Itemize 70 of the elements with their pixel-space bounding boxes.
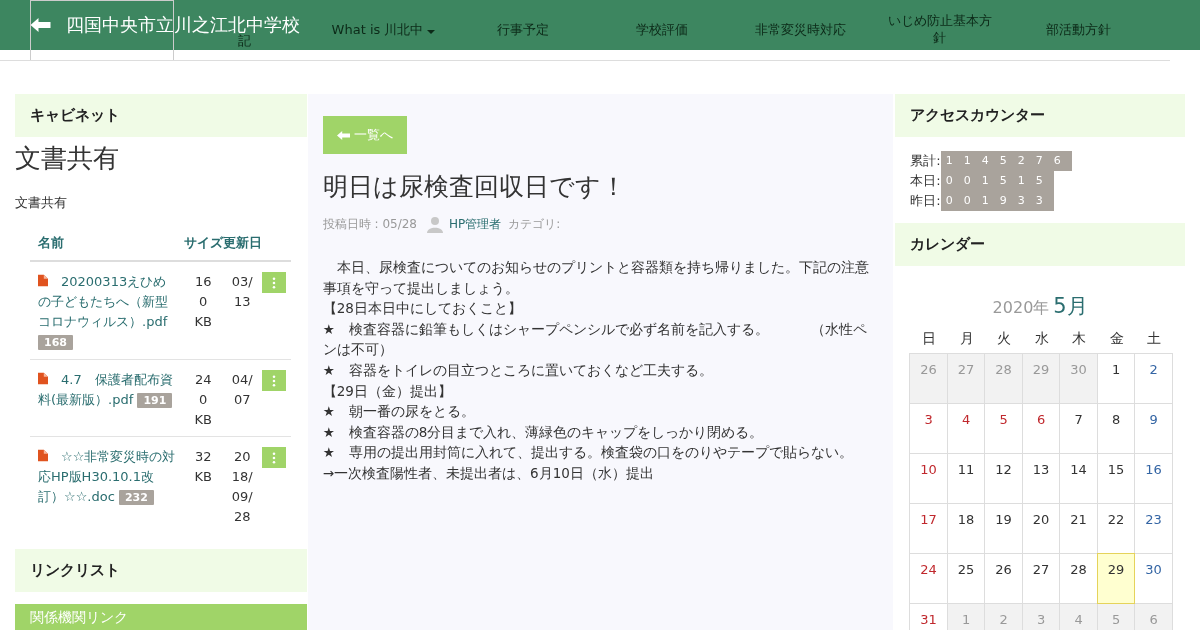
calendar-year: 2020年 — [992, 298, 1050, 317]
nav-link[interactable]: 非常変災時対応 — [755, 21, 846, 39]
column-header[interactable]: 名前 — [30, 228, 184, 261]
file-size: 240 KB — [194, 371, 213, 429]
weekday-label: 日 — [921, 329, 937, 348]
file-date: 04/07 — [230, 371, 254, 409]
weekday-label: 火 — [996, 329, 1012, 348]
column-header[interactable]: 更新日 — [222, 228, 262, 261]
nav-link[interactable]: 部活動方針 — [1046, 21, 1111, 39]
post-text: ★ 検査容器に鉛筆もしくはシャープペンシルで必ず名前を記入する。 （水性ペンは不可） — [322, 319, 868, 360]
widget-heading: キャビネット — [15, 94, 307, 137]
nav-link[interactable]: 記 — [237, 33, 251, 50]
file-icon — [38, 372, 48, 385]
weekday-label: 水 — [1033, 329, 1050, 348]
post-date: 投稿日時 : 05/28 — [322, 215, 417, 233]
arrow-icon — [336, 129, 350, 141]
calendar-day[interactable]: 29 — [1096, 553, 1136, 604]
post-text: 【28日本日中にしておくこと】 — [322, 299, 523, 319]
widget-heading: アクセスカウンター — [895, 94, 1185, 137]
weekday-label: 金 — [1108, 329, 1125, 348]
widget-heading: カレンダー — [895, 223, 1185, 266]
menu-button[interactable] — [261, 272, 286, 293]
weekday-label: 月 — [958, 329, 975, 348]
cabinet-description: 文書共有 — [15, 194, 68, 212]
file-date: 2018/09/28 — [230, 448, 254, 526]
back-arrow-icon[interactable] — [30, 17, 51, 33]
file-icon — [38, 449, 48, 462]
post-text: ★ 朝一番の尿をとる。 — [322, 402, 476, 422]
menu-button[interactable] — [261, 447, 286, 468]
kebab-icon — [271, 276, 276, 289]
counter-digits: 001515 — [940, 171, 1054, 191]
calendar-day[interactable]: 2 — [1134, 353, 1173, 404]
post-text: 【29日（金）提出】 — [322, 381, 453, 401]
download-count: 191 — [137, 393, 173, 408]
counter-label: 本日: — [910, 172, 941, 190]
file-size: 160 KB — [194, 273, 213, 331]
weekday-label: 木 — [1071, 329, 1087, 348]
post-text: 本日、尿検査についてのお知らせのプリントと容器類を持ち帰りました。下記の注意事項を守って提出しましょう。 — [322, 258, 870, 298]
user-icon — [426, 215, 444, 233]
file-link[interactable]: ☆☆非常変災時の対応HP版H30.10.1改訂）☆☆.doc 232 — [38, 447, 178, 508]
post-text: ★ 検査容器の8分目まで入れ、薄緑色のキャップをしっかり閉める。 — [322, 422, 765, 442]
column-header[interactable]: サイズ — [183, 228, 223, 261]
weekday-label: 土 — [1146, 329, 1162, 348]
menu-button[interactable] — [261, 370, 286, 391]
nav-link[interactable]: いじめ防止基本方針 — [884, 13, 995, 47]
file-size: 32 KB — [194, 448, 213, 486]
site-title: 四国中央市立川之江北中学校 — [66, 13, 300, 35]
download-count: 232 — [118, 490, 154, 505]
author-link[interactable]: HP管理者 — [449, 215, 502, 233]
post-text: →一次検査陽性者、未提出者は、6月10日（水）提出 — [322, 463, 655, 483]
post-title: 明日は尿検査回収日です！ — [322, 171, 627, 203]
widget-heading: リンクリスト — [15, 549, 307, 592]
post-text: ★ 容器をトイレの目立つところに置いておくなど工夫する。 — [322, 360, 714, 380]
cabinet-title: 文書共有 — [15, 142, 120, 175]
download-count: 168 — [38, 335, 73, 350]
file-icon — [38, 274, 48, 287]
category-label: カテゴリ: — [508, 215, 561, 233]
counter-label: 累計: — [910, 152, 941, 170]
kebab-icon — [271, 374, 276, 387]
kebab-icon — [271, 451, 276, 464]
counter-digits: 001933 — [940, 191, 1054, 211]
nav-link[interactable]: 学校評価 — [635, 21, 688, 39]
counter-digits: 1145276 — [940, 151, 1072, 171]
file-date: 03/13 — [230, 273, 254, 311]
post-text: ★ 専用の提出用封筒に入れて、提出する。検査袋の口をのりやテープで貼らない。 — [322, 443, 854, 463]
file-link[interactable]: 4.7 保護者配布資料(最新版）.pdf 191 — [38, 370, 178, 411]
nav-link[interactable]: 行事予定 — [496, 21, 549, 39]
file-link[interactable]: 20200313えひめの子どもたちへ（新型コロナウィルス）.pdf 168 — [38, 272, 178, 353]
counter-label: 昨日: — [910, 192, 941, 210]
calendar-month: 5月 — [1053, 294, 1088, 318]
